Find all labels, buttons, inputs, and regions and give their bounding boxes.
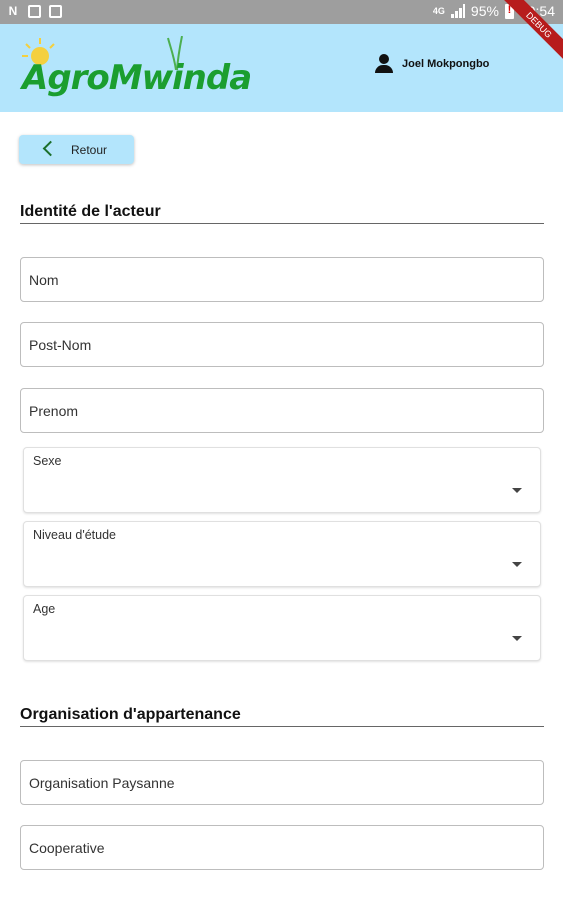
prenom-field[interactable]	[20, 388, 544, 433]
section-organisation: Organisation d'appartenance	[20, 706, 544, 727]
user-name: Joel Mokpongbo	[402, 58, 490, 70]
section-identity: Identité de l'acteur	[20, 203, 544, 224]
age-label: Age	[33, 602, 56, 616]
person-icon	[374, 54, 394, 74]
sexe-dropdown[interactable]: Sexe	[23, 447, 541, 513]
sexe-label: Sexe	[33, 454, 62, 468]
nom-field[interactable]	[20, 257, 544, 302]
prenom-input[interactable]	[21, 389, 543, 432]
nom-input[interactable]	[21, 258, 543, 301]
caret-down-icon	[512, 562, 522, 567]
image-notification-icon	[28, 4, 41, 18]
battery-level: 95%	[470, 3, 499, 19]
post-nom-input[interactable]	[21, 323, 543, 366]
niveau-etude-label: Niveau d'étude	[33, 528, 117, 542]
niveau-etude-dropdown[interactable]: Niveau d'étude	[23, 521, 541, 587]
section-organisation-title: Organisation d'appartenance	[20, 706, 241, 723]
signal-icon	[450, 4, 465, 18]
mail-notification-icon	[49, 4, 62, 18]
cooperative-field[interactable]	[20, 825, 544, 870]
app-logo: AgroMwinda	[20, 36, 252, 102]
back-button[interactable]: Retour	[19, 135, 134, 164]
status-bar: N 4G 95% 09:54	[0, 0, 563, 24]
section-identity-title: Identité de l'acteur	[20, 203, 161, 220]
network-type: 4G	[432, 6, 445, 16]
organisation-paysanne-field[interactable]	[20, 760, 544, 805]
caret-down-icon	[512, 636, 522, 641]
app-header: AgroMwinda Joel Mokpongbo	[0, 24, 563, 112]
post-nom-field[interactable]	[20, 322, 544, 367]
cooperative-input[interactable]	[21, 826, 543, 869]
organisation-paysanne-input[interactable]	[21, 761, 543, 804]
age-dropdown[interactable]: Age	[23, 595, 541, 661]
n-notification-icon: N	[8, 4, 18, 18]
app-name: AgroMwinda	[22, 58, 252, 98]
caret-down-icon	[512, 488, 522, 493]
back-button-label: Retour	[71, 143, 108, 157]
notification-icons: N	[6, 4, 62, 18]
chevron-left-icon	[42, 140, 59, 157]
user-info[interactable]: Joel Mokpongbo	[374, 54, 489, 74]
